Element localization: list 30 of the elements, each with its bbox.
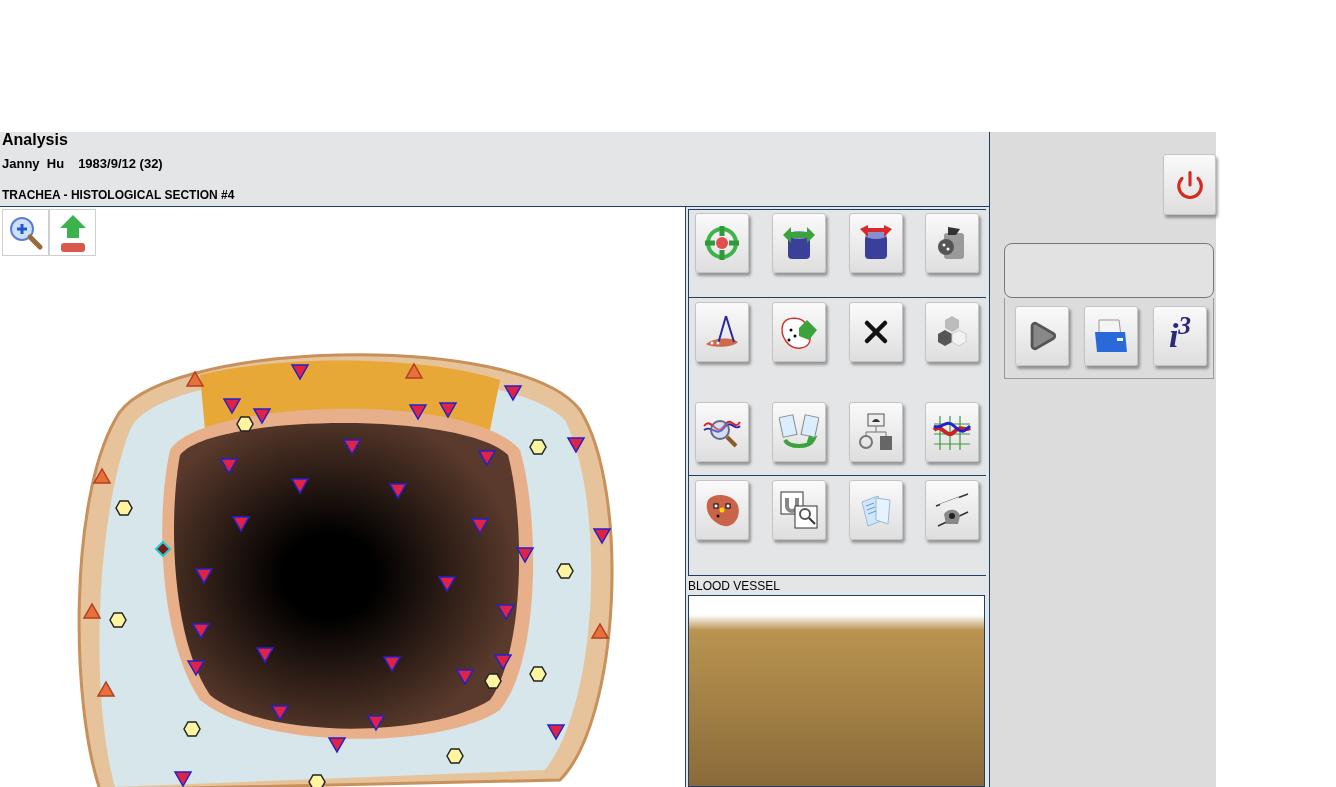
window-title: Analysis <box>2 132 69 148</box>
section-title: TRACHEA - HISTOLOGICAL SECTION #4 <box>2 188 236 202</box>
preview-title: BLOOD VESSEL <box>688 579 782 595</box>
image-search-button[interactable] <box>771 480 826 540</box>
zoom-in-button[interactable] <box>2 209 49 256</box>
zoom-in-icon <box>7 214 44 251</box>
target-button[interactable] <box>695 213 749 273</box>
compass-button[interactable] <box>695 302 749 362</box>
graph-search-button[interactable] <box>695 401 749 462</box>
power-icon <box>1174 169 1205 200</box>
close-button[interactable] <box>848 302 903 362</box>
clipboards-button[interactable] <box>771 401 826 462</box>
hexagons-button[interactable] <box>925 302 980 362</box>
target-icon <box>702 223 742 263</box>
archive-button[interactable] <box>1084 306 1138 366</box>
device-button[interactable] <box>925 480 980 540</box>
play-button[interactable] <box>1015 306 1069 366</box>
export-button[interactable] <box>49 209 96 256</box>
patient-name: Janny Hu <box>2 157 65 171</box>
cylinder-import-button[interactable] <box>848 213 903 273</box>
power-button[interactable] <box>1163 154 1216 215</box>
chart-button[interactable] <box>925 401 980 462</box>
jar-button[interactable] <box>925 213 980 273</box>
info-button[interactable]: i$^{3}$ <box>1153 306 1207 366</box>
diagram-button[interactable] <box>848 401 903 462</box>
images-magnifier-icon <box>778 490 819 530</box>
tissue-button[interactable] <box>695 480 749 540</box>
patient-birth-date: 1983/9/12 (32) <box>78 157 163 171</box>
cylinder-export-button[interactable] <box>771 213 826 273</box>
region-export-button[interactable] <box>771 302 826 362</box>
